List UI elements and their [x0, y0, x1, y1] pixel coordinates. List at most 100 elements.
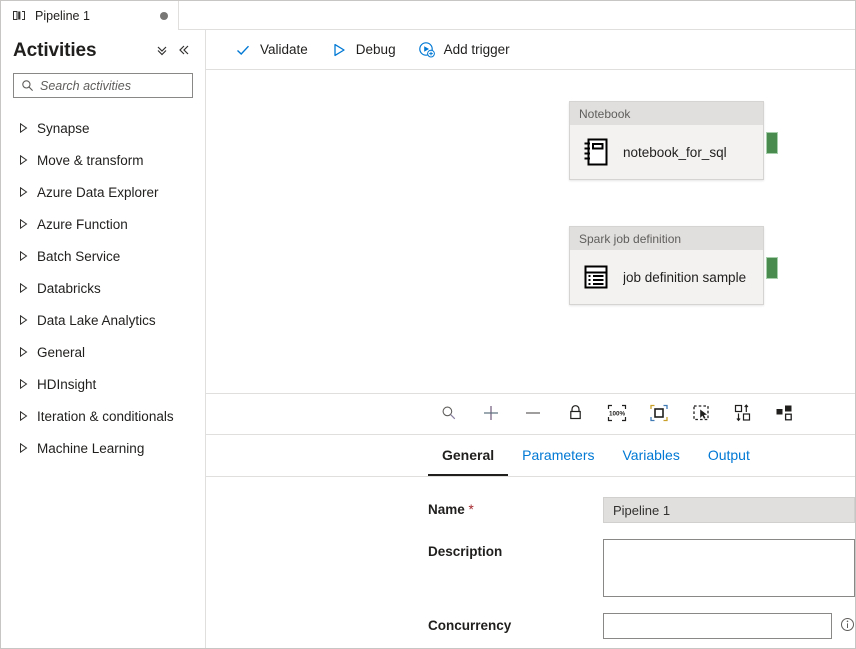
activity-node-type-label: Notebook — [570, 102, 763, 125]
sidebar-item-label: Machine Learning — [37, 440, 145, 456]
sidebar-item-label: Move & transform — [37, 152, 144, 168]
editor-body: Activities Search activities Synapse Mov… — [1, 30, 855, 648]
field-row-concurrency: Concurrency — [206, 613, 855, 639]
activity-node-output-port[interactable] — [766, 132, 778, 154]
search-input[interactable] — [40, 78, 186, 93]
activity-node-notebook[interactable]: Notebook notebook_for_sql — [569, 101, 778, 180]
validate-button-label: Validate — [260, 42, 308, 57]
tab-general[interactable]: General — [428, 436, 509, 476]
activities-sidebar: Activities Search activities Synapse Mov… — [1, 30, 206, 648]
sidebar-item-label: Batch Service — [37, 248, 121, 264]
sidebar-item-azure-function[interactable]: Azure Function — [1, 208, 205, 240]
fit-to-screen-button[interactable] — [638, 398, 680, 430]
add-trigger-icon — [418, 41, 436, 59]
svg-text:100%: 100% — [609, 410, 626, 417]
document-tab-pipeline-1[interactable]: Pipeline 1 — [1, 1, 179, 30]
tabstrip-empty-area — [179, 1, 855, 29]
field-row-description: Description — [206, 539, 855, 597]
collapse-all-button[interactable] — [151, 40, 173, 62]
document-tab-label: Pipeline 1 — [35, 8, 90, 23]
auto-layout-button[interactable] — [764, 398, 806, 430]
pipeline-editor-window: Pipeline 1 Activities Search activities … — [0, 0, 856, 649]
debug-button[interactable]: Debug — [320, 35, 406, 65]
chevron-right-icon — [18, 155, 28, 165]
document-tabstrip: Pipeline 1 — [1, 1, 855, 30]
sidebar-item-label: Azure Data Explorer — [37, 184, 159, 200]
collapse-panel-button[interactable] — [173, 40, 195, 62]
activity-node-name: job definition sample — [623, 269, 747, 285]
lock-canvas-button[interactable] — [554, 398, 596, 430]
tab-variables[interactable]: Variables — [609, 436, 694, 476]
search-activities-box[interactable] — [13, 73, 193, 98]
tab-parameters[interactable]: Parameters — [508, 436, 608, 476]
name-field[interactable]: Pipeline 1 — [603, 497, 855, 523]
validate-button[interactable]: Validate — [224, 35, 318, 65]
info-icon[interactable] — [840, 617, 855, 632]
chevron-right-icon — [18, 411, 28, 421]
page-title: Activities — [13, 40, 97, 61]
play-triangle-icon — [330, 41, 348, 59]
sidebar-item-label: Data Lake Analytics — [37, 312, 156, 328]
concurrency-field[interactable] — [603, 613, 832, 639]
properties-tablist: General Parameters Variables Output — [206, 435, 855, 477]
auto-align-icon — [733, 403, 753, 425]
chevron-right-icon — [18, 315, 28, 325]
pipeline-canvas[interactable]: Notebook notebook_for_sql Spark job defi… — [206, 70, 855, 393]
zoom-100-percent-button[interactable]: 100% — [596, 398, 638, 430]
pipeline-command-bar: Validate Debug Add trigger — [206, 30, 855, 70]
description-field-label: Description — [428, 544, 503, 559]
pipeline-icon — [12, 8, 27, 23]
debug-button-label: Debug — [355, 42, 396, 57]
zoom-search-button[interactable] — [428, 398, 470, 430]
chevron-right-icon — [18, 251, 28, 261]
sidebar-item-label: Iteration & conditionals — [37, 408, 174, 424]
unsaved-changes-dot — [160, 11, 168, 20]
activity-category-list: Synapse Move & transform Azure Data Expl… — [1, 104, 205, 648]
concurrency-field-label: Concurrency — [428, 618, 512, 633]
sidebar-item-databricks[interactable]: Databricks — [1, 272, 205, 304]
activity-node-body: job definition sample — [570, 250, 763, 304]
lock-icon — [567, 404, 584, 424]
required-marker: * — [468, 502, 474, 517]
field-row-name: Name * Pipeline 1 — [206, 497, 855, 523]
sidebar-item-machine-learning[interactable]: Machine Learning — [1, 432, 205, 464]
sidebar-item-synapse[interactable]: Synapse — [1, 112, 205, 144]
chevron-right-icon — [18, 283, 28, 293]
activity-node-output-port[interactable] — [766, 257, 778, 279]
auto-layout-icon — [775, 404, 795, 425]
sidebar-item-move-transform[interactable]: Move & transform — [1, 144, 205, 176]
add-trigger-button-label: Add trigger — [443, 42, 510, 57]
sidebar-item-data-lake-analytics[interactable]: Data Lake Analytics — [1, 304, 205, 336]
sidebar-item-label: Databricks — [37, 280, 101, 296]
zoom-in-button[interactable] — [470, 398, 512, 430]
search-activities-container — [1, 68, 205, 104]
chevron-right-icon — [18, 187, 28, 197]
sidebar-item-batch-service[interactable]: Batch Service — [1, 240, 205, 272]
sidebar-item-iteration-conditionals[interactable]: Iteration & conditionals — [1, 400, 205, 432]
activity-node-type-label: Spark job definition — [570, 227, 763, 250]
marquee-select-icon — [692, 404, 711, 425]
zoom-out-button[interactable] — [512, 398, 554, 430]
sidebar-item-azure-data-explorer[interactable]: Azure Data Explorer — [1, 176, 205, 208]
sidebar-item-label: General — [37, 344, 86, 360]
spark-job-definition-icon — [581, 262, 611, 292]
zoom-search-icon — [441, 405, 457, 424]
sidebar-item-general[interactable]: General — [1, 336, 205, 368]
chevron-right-icon — [18, 443, 28, 453]
sidebar-item-hdinsight[interactable]: HDInsight — [1, 368, 205, 400]
chevron-right-icon — [18, 347, 28, 357]
fit-to-screen-icon — [649, 404, 669, 425]
sidebar-item-label: Synapse — [37, 120, 90, 136]
tab-output[interactable]: Output — [694, 436, 764, 476]
chevron-right-icon — [18, 123, 28, 133]
zoom-100-percent-icon: 100% — [607, 404, 627, 425]
chevron-right-icon — [18, 379, 28, 389]
double-chevron-down-icon — [155, 43, 169, 60]
description-field[interactable] — [603, 539, 855, 597]
auto-align-button[interactable] — [722, 398, 764, 430]
notebook-icon — [581, 137, 611, 167]
add-trigger-button[interactable]: Add trigger — [408, 35, 520, 65]
checkmark-icon — [234, 41, 252, 59]
marquee-select-button[interactable] — [680, 398, 722, 430]
activity-node-spark-job-definition[interactable]: Spark job definition job definition samp… — [569, 226, 778, 305]
